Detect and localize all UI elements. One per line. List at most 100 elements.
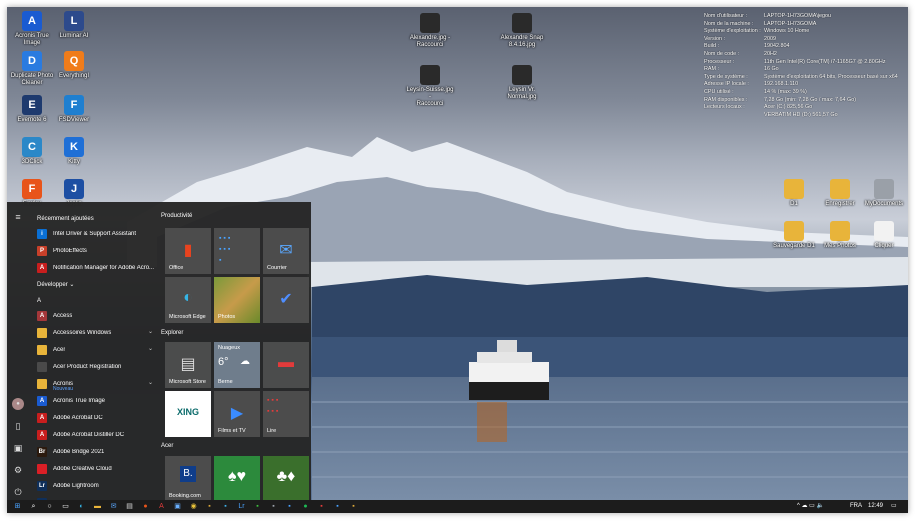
booking-icon: B. <box>180 466 196 482</box>
folder-icon <box>37 378 47 389</box>
language-indicator[interactable]: FRA <box>850 500 862 513</box>
chevron-down-icon[interactable]: ⌄ <box>148 345 153 352</box>
chrome-icon[interactable]: ◉ <box>189 502 198 511</box>
app-icon[interactable]: ▪ <box>349 502 358 511</box>
tile-xing[interactable]: XING <box>165 391 211 437</box>
acrobat-icon[interactable]: A <box>157 502 166 511</box>
app-list-item[interactable]: A Adobe Acrobat Distiller DC <box>31 426 157 443</box>
document-icon[interactable]: ▯ <box>12 420 24 432</box>
tile-lire[interactable]: ▪ ▪ ▪ ▪ ▪ ▪ Lire <box>263 391 309 437</box>
clock[interactable]: 12:49 <box>868 500 883 513</box>
tile-weather[interactable]: Nuageux 6° ☁ Berne <box>214 342 260 388</box>
desktop-icon-search-tool[interactable]: Q EverythingI <box>49 51 99 80</box>
3dclick-icon: C <box>22 137 42 157</box>
app-list-item[interactable]: Adobe Creative Cloud <box>31 460 157 477</box>
app-icon[interactable]: ▪ <box>205 502 214 511</box>
desktop-icon-label: Mes Photos <box>824 243 856 249</box>
desktop-icon-folder[interactable]: Sauvegarde D1 <box>769 221 819 250</box>
power-icon[interactable]: ⏻ <box>12 486 24 498</box>
cloud-icon[interactable]: ☁ <box>802 503 808 509</box>
desktop-icon-shortcut-file[interactable]: Alexandre.jpg - Raccourci <box>405 13 455 49</box>
developer-toggle[interactable]: Développer ⌄ <box>31 279 157 291</box>
taskbar: ⊞ ⌕ ○ ▭ ◐ ▬ ✉ ▤ ● A ▣ ◉ ▪ ▪ Lr ▪ ▪ ▪ ● ▪ ▪ ▪ ^ ☁ ▭ 🔈 FRA 12:4… <box>7 500 908 513</box>
spotify-icon[interactable]: ● <box>301 502 310 511</box>
tile-edge[interactable]: ◐ Microsoft Edge <box>165 277 211 323</box>
chevron-down-icon[interactable]: ⌄ <box>148 328 153 335</box>
file-explorer-icon[interactable]: ▬ <box>93 502 102 511</box>
app-icon[interactable]: ▪ <box>317 502 326 511</box>
chevron-down-icon[interactable]: ⌄ <box>148 379 153 386</box>
desktop-icon-luminar[interactable]: L Luminar AI <box>49 11 99 40</box>
tile-store[interactable]: ▤ Microsoft Store <box>165 342 211 388</box>
tile-solitaire[interactable]: ♠♥ <box>214 456 260 502</box>
tile-photos[interactable]: Photos <box>214 277 260 323</box>
app-list-item[interactable]: Br Adobe Bridge 2021 <box>31 443 157 460</box>
tray-chevron-icon[interactable]: ^ <box>797 503 800 509</box>
app-list-item[interactable]: Lr Adobe Lightroom <box>31 477 157 494</box>
firefox-icon[interactable]: ● <box>141 502 150 511</box>
app-list-item[interactable]: i Intel Driver & Support Assistant <box>31 225 157 242</box>
acer-registration-icon <box>37 361 47 372</box>
tile-office[interactable]: ▮ Office <box>165 228 211 274</box>
pictures-icon[interactable]: ▣ <box>12 442 24 454</box>
tile-news[interactable]: ▬ <box>263 342 309 388</box>
search-icon[interactable]: ⌕ <box>29 502 38 511</box>
desktop-icon-drive[interactable]: MyDocuments <box>859 179 908 208</box>
tile-office-apps[interactable]: ▪ ▪ ▪ ▪ ▪ ▪ ▪ <box>214 228 260 274</box>
app-icon[interactable]: ▪ <box>285 502 294 511</box>
app-list-item[interactable]: A Access <box>31 307 157 324</box>
tray-icons[interactable]: ^ ☁ ▭ 🔈 <box>797 500 824 513</box>
tile-todo[interactable]: ✔ <box>263 277 309 323</box>
settings-gear-icon[interactable]: ⚙ <box>12 464 24 476</box>
network-icon[interactable]: ▭ <box>809 503 815 509</box>
desktop: A Acronis True Image L Luminar AI D Duplicate… <box>7 7 908 513</box>
desktop-icon-label: Alexandre Snap 8.4.16.jpg <box>500 35 544 48</box>
app-icon[interactable]: ▪ <box>253 502 262 511</box>
app-icon[interactable]: ▪ <box>221 502 230 511</box>
lightroom-icon[interactable]: Lr <box>237 502 246 511</box>
image-file-icon <box>420 65 440 85</box>
desktop-icon-document[interactable]: Cliquer <box>859 221 908 250</box>
desktop-icon-folder[interactable]: Enregistrer <box>815 179 865 208</box>
desktop-icon-image-file[interactable]: Leysin Vr. Normal.jpg <box>497 65 547 101</box>
app-icon[interactable]: ▪ <box>269 502 278 511</box>
letter-header-a[interactable]: A <box>31 295 157 307</box>
desktop-icon-kitty[interactable]: K Kitty <box>49 137 99 166</box>
tile-courrier[interactable]: ✉ Courrier <box>263 228 309 274</box>
volume-icon[interactable]: 🔈 <box>817 503 824 509</box>
cortana-icon[interactable]: ○ <box>45 502 54 511</box>
film-icon: ▶ <box>230 405 244 422</box>
windows-start-icon[interactable]: ⊞ <box>13 502 22 511</box>
folder-icon <box>830 179 850 199</box>
hamburger-menu-icon[interactable]: ≡ <box>12 211 24 223</box>
app-list-item[interactable]: P PhotoEffects <box>31 242 157 259</box>
tile-films[interactable]: ▶ Films et TV <box>214 391 260 437</box>
desktop-icon-image-file[interactable]: Leysin-Suisse.jpg - Raccourci <box>405 65 455 108</box>
cloud-icon: ☁ <box>240 356 250 367</box>
app-list-item[interactable]: Acronis Nouveau ⌄ <box>31 375 157 392</box>
task-view-icon[interactable]: ▭ <box>61 502 70 511</box>
app-list-item[interactable]: Accessoires Windows ⌄ <box>31 324 157 341</box>
store-icon[interactable]: ▤ <box>125 502 134 511</box>
desktop-icon-folder[interactable]: Mes Photos <box>815 221 865 250</box>
photos-icon[interactable]: ▣ <box>173 502 182 511</box>
edge-icon[interactable]: ◐ <box>77 502 86 511</box>
desktop-icon-shortcut-file[interactable]: Alexandre Snap 8.4.16.jpg <box>497 13 547 49</box>
user-avatar[interactable]: ● <box>12 398 24 410</box>
app-list-item[interactable]: Acer Product Registration <box>31 358 157 375</box>
tile-booking[interactable]: B. Booking.com <box>165 456 211 502</box>
desktop-icon-fsd-viewer[interactable]: F FSDViewer <box>49 95 99 124</box>
tile-card-game[interactable]: ♣♦ <box>263 456 309 502</box>
app-icon[interactable]: ▪ <box>333 502 342 511</box>
sysinfo-value: LAPTOP-1H73GOMA <box>764 20 817 27</box>
mail-icon[interactable]: ✉ <box>109 502 118 511</box>
sysinfo-row: Lecteurs locaux : Acer (C:) 825,56 Go <box>704 104 904 112</box>
desktop-icon-folder[interactable]: D1 <box>769 179 819 208</box>
app-list-item[interactable]: A Notification Manager for Adobe Acro... <box>31 259 157 276</box>
notification-icon[interactable]: ▭ <box>891 500 897 513</box>
search-tool-icon: Q <box>64 51 84 71</box>
sysinfo-row: CPU utilisé : 14 % (max: 39 %) <box>704 89 904 97</box>
app-list-item[interactable]: A Adobe Acrobat DC <box>31 409 157 426</box>
app-list-item[interactable]: A Acronis True Image <box>31 392 157 409</box>
app-list-item[interactable]: Acer ⌄ <box>31 341 157 358</box>
